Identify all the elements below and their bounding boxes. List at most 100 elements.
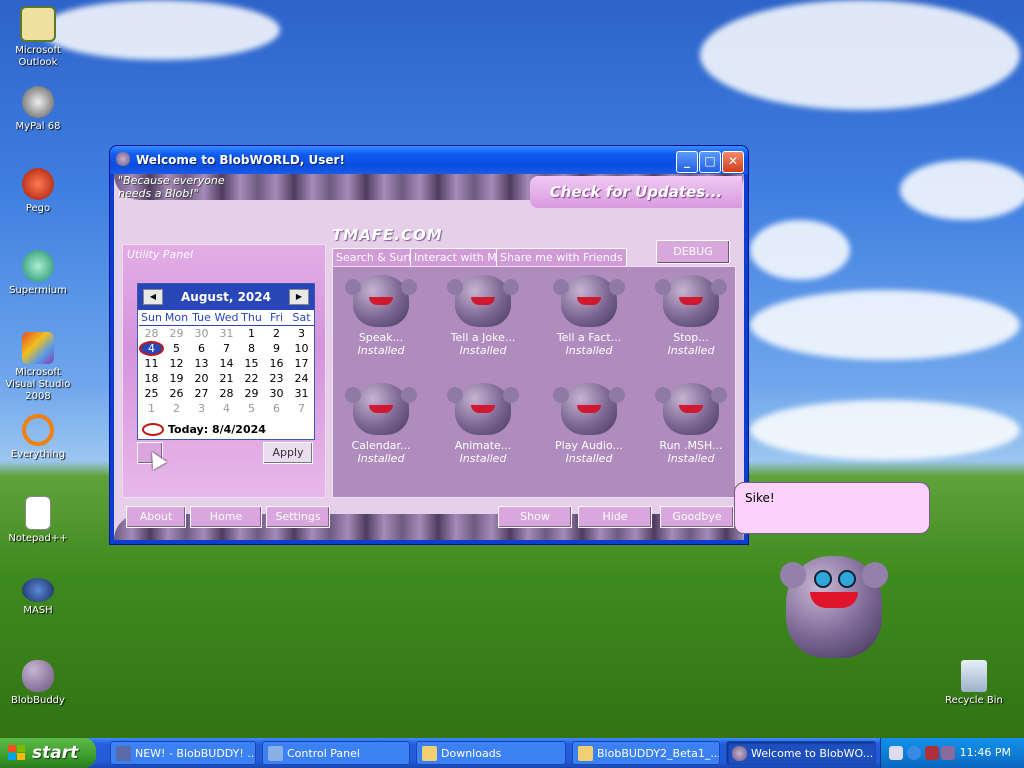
calendar-day[interactable]: 27 xyxy=(189,386,214,401)
clock[interactable]: 11:46 PM xyxy=(960,738,1011,768)
calendar-day[interactable]: 28 xyxy=(214,386,239,401)
calendar-day[interactable]: 25 xyxy=(139,386,164,401)
calendar-day[interactable]: 7 xyxy=(289,401,314,416)
blob-action-icon xyxy=(447,383,519,435)
desktop-icon-recycle-bin[interactable]: Recycle Bin xyxy=(936,660,1012,707)
calendar-day[interactable]: 1 xyxy=(239,326,264,341)
action-item[interactable]: Calendar... Installed xyxy=(343,383,419,465)
calendar-day[interactable]: 3 xyxy=(189,401,214,416)
maximize-button[interactable]: □ xyxy=(699,151,721,173)
calendar-day[interactable]: 29 xyxy=(239,386,264,401)
calendar-today[interactable]: Today: 8/4/2024 xyxy=(142,423,266,436)
action-item[interactable]: Stop... Installed xyxy=(653,275,729,357)
calendar-day[interactable]: 23 xyxy=(264,371,289,386)
taskbar-item-active[interactable]: Welcome to BlobWO... xyxy=(726,741,876,765)
blob-tray-icon[interactable] xyxy=(925,746,939,760)
action-item[interactable]: Animate... Installed xyxy=(445,383,521,465)
task-label: Downloads xyxy=(441,747,502,760)
calendar-day[interactable]: 18 xyxy=(139,371,164,386)
calendar-day[interactable]: 24 xyxy=(289,371,314,386)
calendar-day[interactable]: 4 xyxy=(214,401,239,416)
desktop-icon-blobbuddy[interactable]: BlobBuddy xyxy=(0,660,76,707)
blob-eye xyxy=(838,570,856,588)
calendar-day[interactable]: 14 xyxy=(214,356,239,371)
calendar-day[interactable]: 2 xyxy=(264,326,289,341)
blob-mouth xyxy=(577,405,601,413)
blob-action-icon xyxy=(553,275,625,327)
calendar-day[interactable]: 19 xyxy=(164,371,189,386)
calendar-day[interactable]: 6 xyxy=(264,401,289,416)
tab-interact-with-me[interactable]: Interact with Me xyxy=(410,248,508,268)
calendar-day[interactable]: 16 xyxy=(264,356,289,371)
desktop-icon-notepadpp[interactable]: Notepad++ xyxy=(0,496,76,545)
close-button[interactable]: ✕ xyxy=(722,151,744,173)
windows-logo-icon xyxy=(8,745,25,760)
goodbye-button[interactable]: Goodbye xyxy=(660,506,734,528)
desktop-icon-visual-studio[interactable]: Microsoft Visual Studio 2008 xyxy=(0,332,76,403)
start-button[interactable]: start xyxy=(0,738,96,768)
calendar-day[interactable]: 26 xyxy=(164,386,189,401)
calendar-day[interactable]: 4 xyxy=(139,341,164,356)
action-item[interactable]: Tell a Joke... Installed xyxy=(445,275,521,357)
recycle-bin-icon xyxy=(961,660,987,692)
calendar-day[interactable]: 2 xyxy=(164,401,189,416)
calendar-day[interactable]: 8 xyxy=(239,341,264,356)
calendar-day[interactable]: 29 xyxy=(164,326,189,341)
home-button[interactable]: Home xyxy=(190,506,262,528)
apply-button[interactable]: Apply xyxy=(263,442,313,464)
calendar-day[interactable]: 31 xyxy=(214,326,239,341)
debug-button[interactable]: DEBUG xyxy=(656,240,730,264)
blobbuddy-character[interactable] xyxy=(780,556,888,658)
calendar-day[interactable]: 22 xyxy=(239,371,264,386)
taskbar-item[interactable]: Downloads xyxy=(416,741,566,765)
action-item[interactable]: Play Audio... Installed xyxy=(551,383,627,465)
desktop-icon-outlook[interactable]: Microsoft Outlook xyxy=(0,6,76,69)
title-bar[interactable]: Welcome to BlobWORLD, User! _ □ ✕ xyxy=(110,146,748,174)
minimize-button[interactable]: _ xyxy=(676,151,698,173)
next-month-button[interactable]: ▶ xyxy=(289,289,309,305)
keyboard-icon[interactable] xyxy=(889,746,903,760)
desktop-icon-mash[interactable]: MASH xyxy=(0,578,76,617)
calendar-day[interactable]: 5 xyxy=(239,401,264,416)
calendar-day[interactable]: 20 xyxy=(189,371,214,386)
calendar-day[interactable]: 30 xyxy=(189,326,214,341)
action-status: Installed xyxy=(357,452,405,465)
taskbar-item[interactable]: BlobBUDDY2_Beta1_... xyxy=(572,741,720,765)
chevron-left-icon[interactable] xyxy=(907,746,921,760)
calendar-day[interactable]: 13 xyxy=(189,356,214,371)
desktop-icon-everything[interactable]: Everything xyxy=(0,414,76,461)
calendar-day[interactable]: 12 xyxy=(164,356,189,371)
calendar-day[interactable]: 3 xyxy=(289,326,314,341)
action-item[interactable]: Speak... Installed xyxy=(343,275,419,357)
calendar-day[interactable]: 28 xyxy=(139,326,164,341)
calendar-day[interactable]: 21 xyxy=(214,371,239,386)
tab-share-with-friends[interactable]: Share me with Friends xyxy=(496,248,627,268)
calendar-day[interactable]: 15 xyxy=(239,356,264,371)
settings-button[interactable]: Settings xyxy=(266,506,330,528)
calendar-day[interactable]: 7 xyxy=(214,341,239,356)
calendar-day[interactable]: 9 xyxy=(264,341,289,356)
action-item[interactable]: Tell a Fact... Installed xyxy=(551,275,627,357)
calendar-day[interactable]: 10 xyxy=(289,341,314,356)
calendar-day[interactable]: 17 xyxy=(289,356,314,371)
blob-tray-icon[interactable] xyxy=(941,746,955,760)
hide-button[interactable]: Hide xyxy=(578,506,652,528)
calendar-day[interactable]: 11 xyxy=(139,356,164,371)
tab-search-surf[interactable]: Search & Surf xyxy=(332,248,416,268)
desktop-icon-label: Microsoft Visual Studio 2008 xyxy=(5,367,71,402)
calendar-day[interactable]: 30 xyxy=(264,386,289,401)
prev-month-button[interactable]: ◀ xyxy=(143,289,163,305)
desktop-icon-pego[interactable]: Pego xyxy=(0,168,76,215)
show-button[interactable]: Show xyxy=(498,506,572,528)
check-updates-button[interactable]: Check for Updates... xyxy=(530,176,742,208)
about-button[interactable]: About xyxy=(126,506,186,528)
desktop-icon-mypal[interactable]: MyPal 68 xyxy=(0,86,76,133)
taskbar-item[interactable]: Control Panel xyxy=(262,741,410,765)
desktop-icon-supermium[interactable]: Supermium xyxy=(0,250,76,297)
action-item[interactable]: Run .MSH... Installed xyxy=(653,383,729,465)
calendar-day[interactable]: 6 xyxy=(189,341,214,356)
calendar-day[interactable]: 31 xyxy=(289,386,314,401)
calendar-day[interactable]: 5 xyxy=(164,341,189,356)
taskbar-item[interactable]: NEW! - BlobBUDDY! ... xyxy=(110,741,256,765)
calendar-day[interactable]: 1 xyxy=(139,401,164,416)
